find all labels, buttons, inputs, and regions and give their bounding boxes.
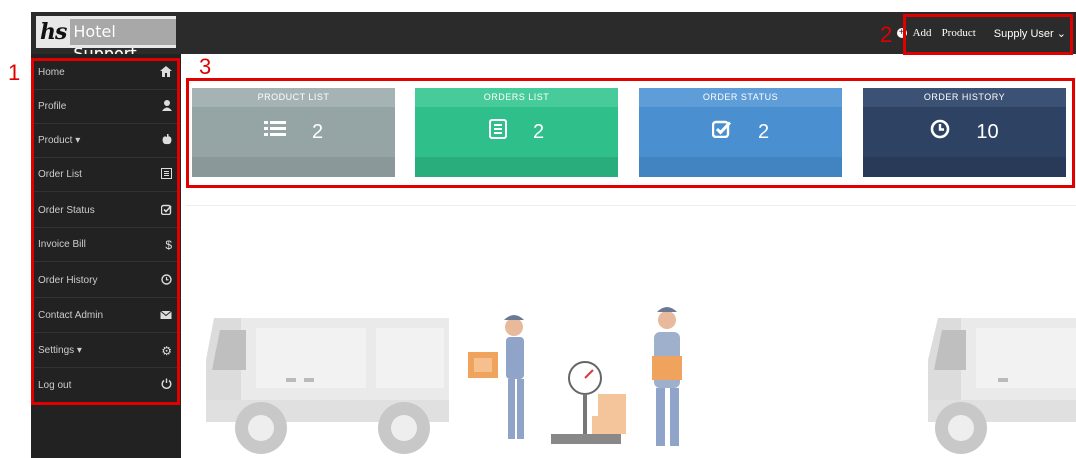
worker-carrying-box-illustration (468, 315, 524, 439)
logo-mark: hs (40, 19, 67, 45)
scale-illustration (551, 361, 626, 444)
annotation-number-1: 1 (8, 60, 21, 85)
annotation-box-cards (186, 78, 1075, 188)
annotation-number-3: 3 (199, 54, 212, 79)
annotation-number-2: 2 (880, 22, 893, 47)
brand-logo[interactable]: hs Hotel Support (36, 16, 176, 63)
annotation-box-topnav (903, 14, 1073, 55)
delivery-illustration (206, 307, 1076, 454)
van-left-illustration (206, 318, 449, 454)
content-divider (186, 205, 1076, 206)
van-right-illustration (928, 318, 1076, 454)
worker-holding-box-illustration (652, 307, 682, 446)
brand-name: Hotel Support (70, 19, 176, 63)
annotation-box-sidebar (31, 58, 180, 405)
